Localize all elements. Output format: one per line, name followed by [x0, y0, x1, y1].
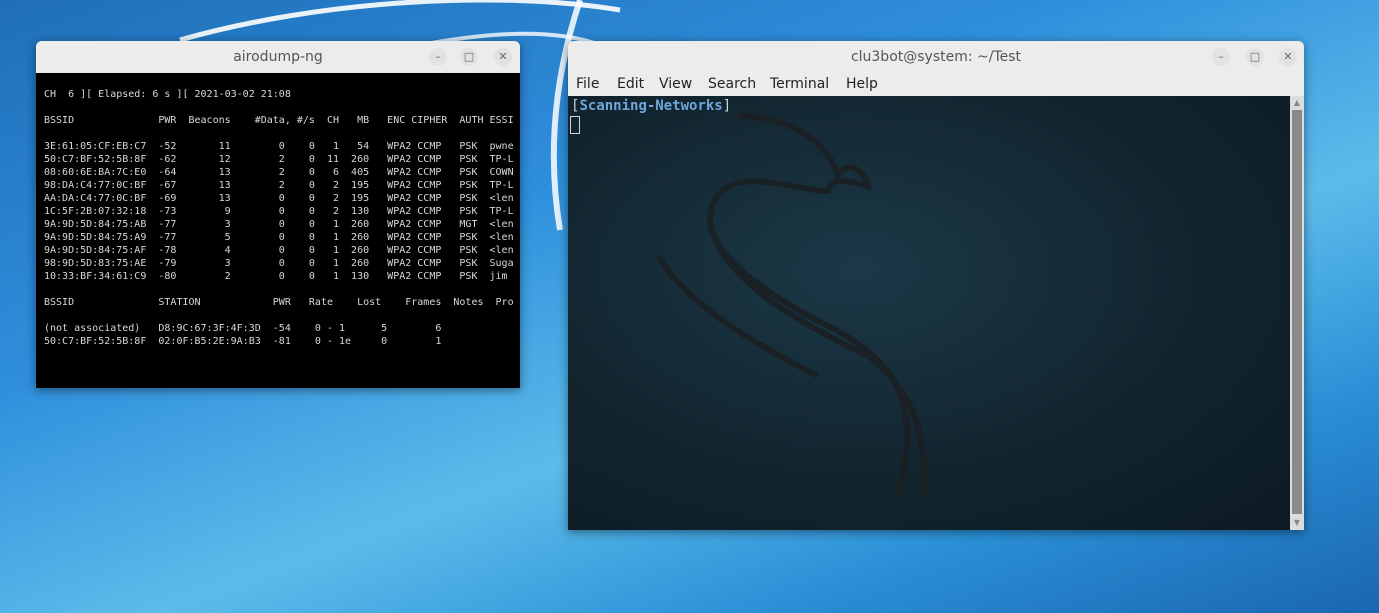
- ap-row: 3E:61:05:CF:EB:C7 -52 11 0 0 1 54 WPA2 C…: [44, 141, 514, 152]
- menu-file[interactable]: File: [576, 76, 599, 92]
- kali-dragon-watermark: [655, 113, 927, 497]
- ap-row: 98:DA:C4:77:0C:BF -67 13 2 0 2 195 WPA2 …: [44, 180, 514, 191]
- status-line: CH 6 ][ Elapsed: 6 s ][ 2021-03-02 21:08: [44, 89, 291, 100]
- prompt-directory: Scanning-Networks: [579, 98, 723, 114]
- menu-edit[interactable]: Edit: [617, 76, 644, 92]
- scrollbar[interactable]: ▲ ▼: [1290, 96, 1304, 530]
- menu-search[interactable]: Search: [708, 76, 756, 92]
- text-cursor: [570, 116, 580, 134]
- menu-terminal[interactable]: Terminal: [770, 76, 829, 92]
- scroll-down-icon[interactable]: ▼: [1290, 517, 1304, 529]
- ap-row: 10:33:BF:34:61:C9 -80 2 0 0 1 130 WPA2 C…: [44, 271, 508, 282]
- ap-row: 98:9D:5D:83:75:AE -79 3 0 0 1 260 WPA2 C…: [44, 258, 514, 269]
- ap-row: 08:60:6E:BA:7C:E0 -64 13 2 0 6 405 WPA2 …: [44, 167, 514, 178]
- station-row: (not associated) D8:9C:67:3F:4F:3D -54 0…: [44, 323, 442, 334]
- scroll-up-icon[interactable]: ▲: [1290, 97, 1304, 109]
- terminal-titlebar[interactable]: clu3bot@system: ~/Test – □ ✕: [568, 41, 1304, 73]
- airodump-output: CH 6 ][ Elapsed: 6 s ][ 2021-03-02 21:08…: [36, 73, 520, 388]
- minimize-button[interactable]: –: [429, 48, 447, 66]
- terminal-window[interactable]: clu3bot@system: ~/Test – □ ✕ File Edit V…: [568, 41, 1304, 530]
- station-row: 50:C7:BF:52:5B:8F 02:0F:B5:2E:9A:B3 -81 …: [44, 336, 442, 347]
- minimize-button[interactable]: –: [1212, 48, 1230, 66]
- ap-row: 1C:5F:2B:07:32:18 -73 9 0 0 2 130 WPA2 C…: [44, 206, 514, 217]
- ap-row: 50:C7:BF:52:5B:8F -62 12 2 0 11 260 WPA2…: [44, 154, 514, 165]
- terminal-body[interactable]: [Scanning-Networks]: [568, 96, 1290, 530]
- menu-help[interactable]: Help: [846, 76, 878, 92]
- ap-row: 9A:9D:5D:84:75:AF -78 4 0 0 1 260 WPA2 C…: [44, 245, 514, 256]
- maximize-button[interactable]: □: [460, 48, 478, 66]
- ap-row: 9A:9D:5D:84:75:A9 -77 5 0 0 1 260 WPA2 C…: [44, 232, 514, 243]
- terminal-title: clu3bot@system: ~/Test: [850, 49, 1022, 65]
- airodump-window[interactable]: airodump-ng – □ ✕ CH 6 ][ Elapsed: 6 s ]…: [36, 41, 520, 388]
- ap-row: 9A:9D:5D:84:75:AB -77 3 0 0 1 260 WPA2 C…: [44, 219, 514, 230]
- airodump-title: airodump-ng: [233, 49, 323, 65]
- scroll-thumb[interactable]: [1292, 110, 1302, 514]
- maximize-button[interactable]: □: [1246, 48, 1264, 66]
- ap-header: BSSID PWR Beacons #Data, #/s CH MB ENC C…: [44, 115, 514, 126]
- menu-bar: File Edit View Search Terminal Help: [568, 73, 1304, 96]
- airodump-titlebar[interactable]: airodump-ng – □ ✕: [36, 41, 520, 73]
- menu-view[interactable]: View: [659, 76, 692, 92]
- shell-prompt: [Scanning-Networks]: [571, 98, 732, 114]
- station-header: BSSID STATION PWR Rate Lost Frames Notes…: [44, 297, 514, 308]
- close-button[interactable]: ✕: [494, 48, 512, 66]
- ap-row: AA:DA:C4:77:0C:BF -69 13 0 0 2 195 WPA2 …: [44, 193, 514, 204]
- close-button[interactable]: ✕: [1279, 48, 1297, 66]
